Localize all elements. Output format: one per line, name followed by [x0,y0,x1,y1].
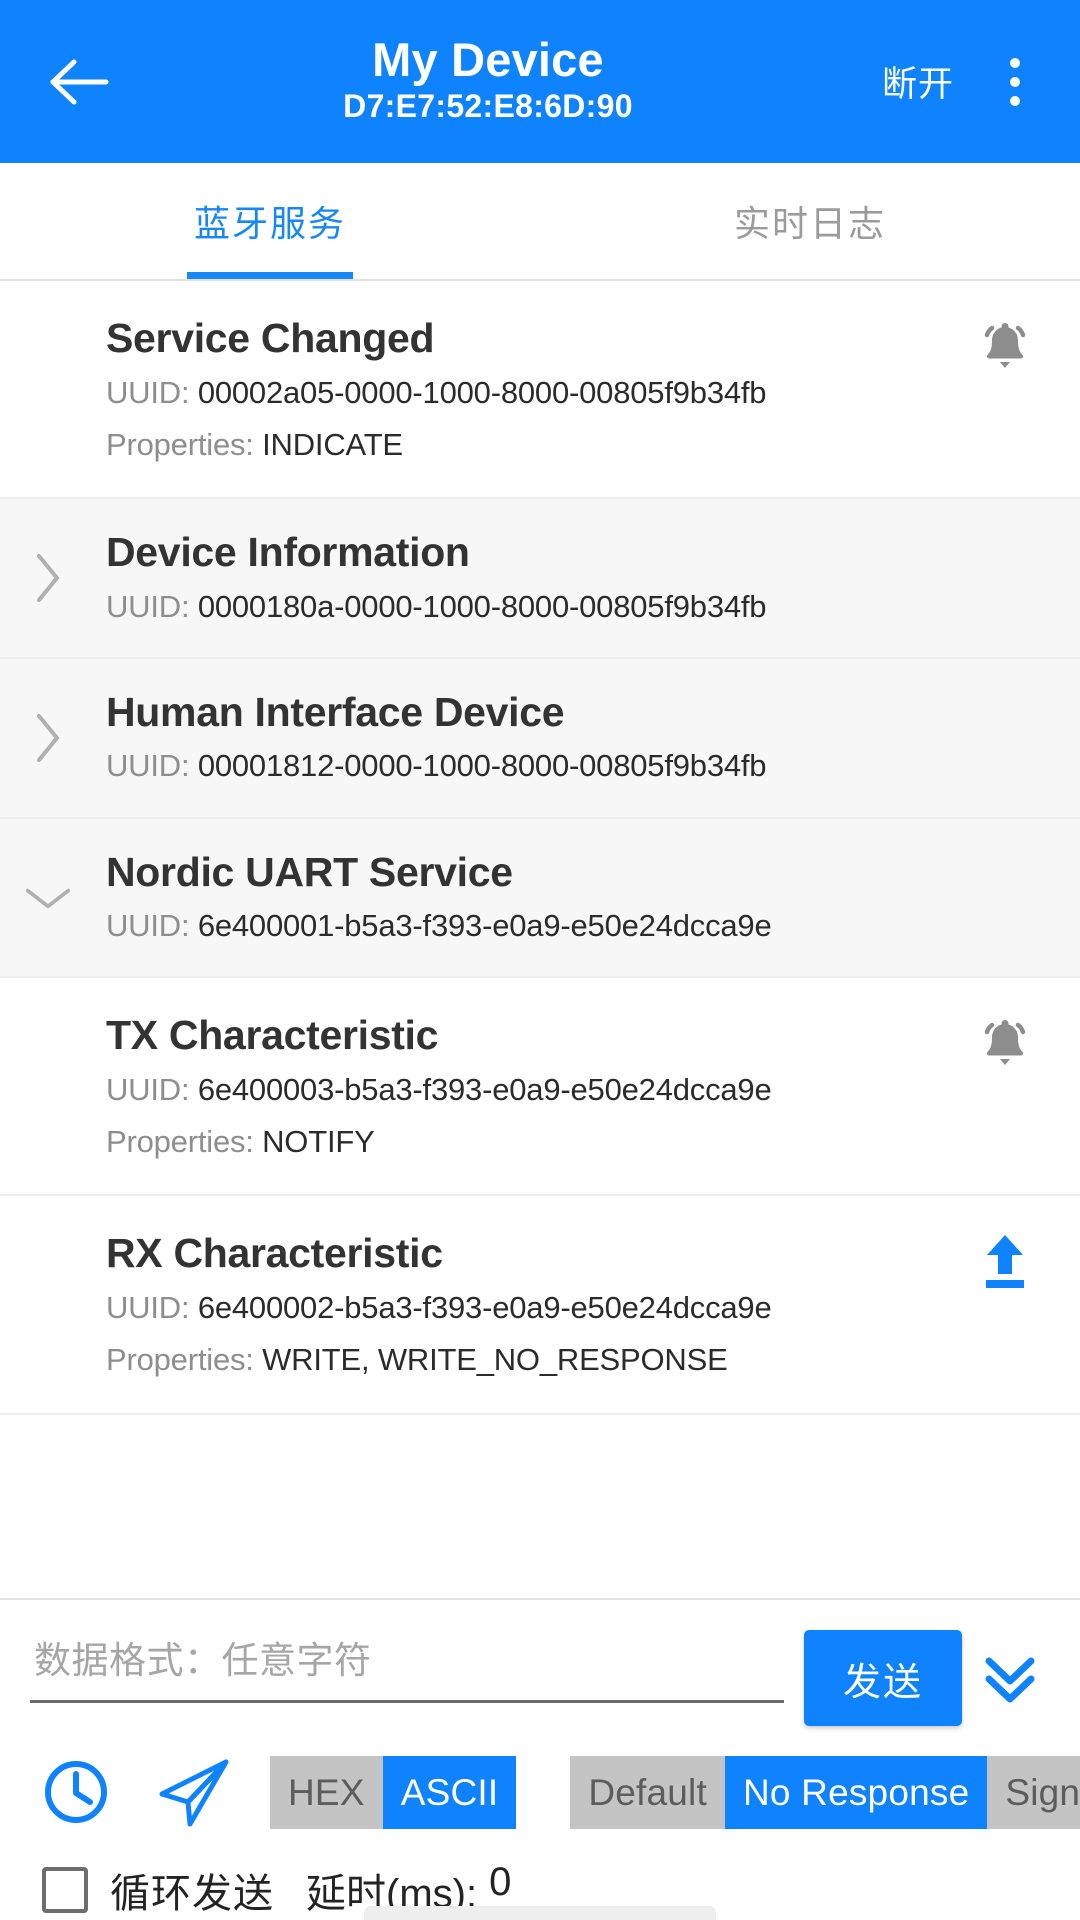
list-item[interactable]: Human Interface Device UUID: 00001812-00… [0,658,1080,819]
format-option-ascii[interactable]: ASCII [382,1755,517,1829]
characteristic-uuid: UUID: 6e400003-b5a3-f393-e0a9-e50e24dcca… [106,1067,1046,1112]
properties-value: WRITE, WRITE_NO_RESPONSE [262,1342,728,1378]
list-item[interactable]: Service Changed UUID: 00002a05-0000-1000… [0,281,1080,500]
characteristic-properties: Properties: WRITE, WRITE_NO_RESPONSE [106,1337,1046,1382]
service-uuid: UUID: 6e400001-b5a3-f393-e0a9-e50e24dcca… [106,903,1046,948]
quick-send-button[interactable] [152,1750,236,1834]
properties-label: Properties: [106,426,263,462]
properties-label: Properties: [106,1342,263,1378]
composer-panel: 发送 [0,1598,1080,1920]
page-title: My Device [372,33,604,86]
more-vertical-icon-dot2 [1010,76,1020,87]
loop-send-checkbox[interactable] [42,1867,88,1913]
service-list[interactable]: Service Changed UUID: 00002a05-0000-1000… [0,281,1080,1598]
bell-active-icon [984,323,1026,368]
tab-bar: 蓝牙服务 实时日志 [0,163,1080,281]
uuid-value: 6e400001-b5a3-f393-e0a9-e50e24dcca9e [197,908,772,944]
expand-panel-button[interactable] [962,1630,1058,1726]
app-bar: My Device D7:E7:52:E8:6D:90 断开 [0,0,1080,163]
characteristic-properties: Properties: INDICATE [106,422,1046,467]
back-button[interactable] [40,43,118,121]
chevron-right-icon [37,553,59,602]
tool-row: HEX ASCII Default No Response Signed [0,1726,1080,1834]
write-button[interactable] [974,1230,1036,1292]
arrow-left-icon [50,59,109,104]
notify-toggle-button[interactable] [974,1012,1036,1074]
clock-icon [45,1761,107,1823]
loop-send-label: 循环发送 [110,1872,274,1916]
characteristic-name: RX Characteristic [106,1230,443,1277]
overflow-menu-button[interactable] [978,40,1052,124]
tab-realtime-log-label: 实时日志 [733,203,886,244]
list-item[interactable]: Nordic UART Service UUID: 6e400001-b5a3-… [0,818,1080,979]
list-item[interactable]: TX Characteristic UUID: 6e400003-b5a3-f3… [0,978,1080,1197]
properties-value: NOTIFY [262,1124,375,1160]
more-vertical-icon-dot3 [1010,95,1020,106]
bell-active-icon [984,1020,1026,1066]
uuid-value: 00002a05-0000-1000-8000-00805f9b34fb [197,374,767,410]
collapse-toggle[interactable] [24,874,72,922]
tab-bluetooth-services-label: 蓝牙服务 [193,203,346,244]
write-type-default[interactable]: Default [570,1755,725,1829]
service-name: Device Information [106,529,470,576]
list-item[interactable]: RX Characteristic UUID: 6e400002-b5a3-f3… [0,1196,1080,1415]
write-type-signed[interactable]: Signed [987,1755,1080,1829]
write-type-segment: Default No Response Signed [570,1755,1080,1829]
send-row: 发送 [0,1600,1080,1726]
uuid-value: 0000180a-0000-1000-8000-00805f9b34fb [197,588,767,624]
tab-bluetooth-services[interactable]: 蓝牙服务 [0,163,540,279]
history-button[interactable] [34,1750,118,1834]
tab-realtime-log[interactable]: 实时日志 [540,163,1080,279]
characteristic-properties: Properties: NOTIFY [106,1119,1046,1164]
uuid-label: UUID: [106,374,198,410]
properties-value: INDICATE [262,426,403,462]
format-option-hex[interactable]: HEX [270,1755,383,1829]
uuid-value: 6e400002-b5a3-f393-e0a9-e50e24dcca9e [197,1290,772,1326]
paper-plane-icon [159,1759,229,1827]
service-uuid: UUID: 00001812-0000-1000-8000-00805f9b34… [106,743,1046,788]
characteristic-name: TX Characteristic [106,1012,439,1059]
data-format-segment: HEX ASCII [270,1755,517,1829]
characteristic-name: Service Changed [106,315,435,361]
expand-toggle[interactable] [24,713,72,762]
characteristic-uuid: UUID: 6e400002-b5a3-f393-e0a9-e50e24dcca… [106,1285,1046,1330]
write-type-no-response[interactable]: No Response [724,1755,988,1829]
notify-toggle-button[interactable] [974,315,1036,377]
expand-toggle[interactable] [24,553,72,602]
service-name: Human Interface Device [106,688,565,735]
chevron-down-icon [25,888,71,908]
uuid-label: UUID: [106,908,198,944]
chevron-right-icon [37,713,59,762]
data-input-wrapper [30,1628,804,1703]
properties-label: Properties: [106,1124,263,1160]
uuid-label: UUID: [106,1290,198,1326]
navigation-hint-bar [364,1906,716,1920]
data-input[interactable] [30,1628,784,1703]
title-block: My Device D7:E7:52:E8:6D:90 [108,35,868,128]
characteristic-uuid: UUID: 00002a05-0000-1000-8000-00805f9b34… [106,370,1046,415]
service-name: Nordic UART Service [106,848,513,895]
list-item[interactable]: Device Information UUID: 0000180a-0000-1… [0,499,1080,659]
uuid-value: 00001812-0000-1000-8000-00805f9b34fb [197,748,767,784]
uuid-label: UUID: [106,588,198,624]
bluetooth-device-screen: My Device D7:E7:52:E8:6D:90 断开 蓝牙服务 实时日志… [0,0,1080,1920]
uuid-value: 6e400003-b5a3-f393-e0a9-e50e24dcca9e [197,1071,772,1107]
uuid-label: UUID: [106,1071,198,1107]
disconnect-button[interactable]: 断开 [868,46,968,117]
upload-arrow-icon [986,1235,1024,1289]
service-uuid: UUID: 0000180a-0000-1000-8000-00805f9b34… [106,584,1046,629]
double-chevron-down-icon [985,1657,1035,1703]
send-button[interactable]: 发送 [804,1630,962,1726]
uuid-label: UUID: [106,748,198,784]
device-address: D7:E7:52:E8:6D:90 [343,87,633,124]
more-vertical-icon [1010,57,1020,68]
